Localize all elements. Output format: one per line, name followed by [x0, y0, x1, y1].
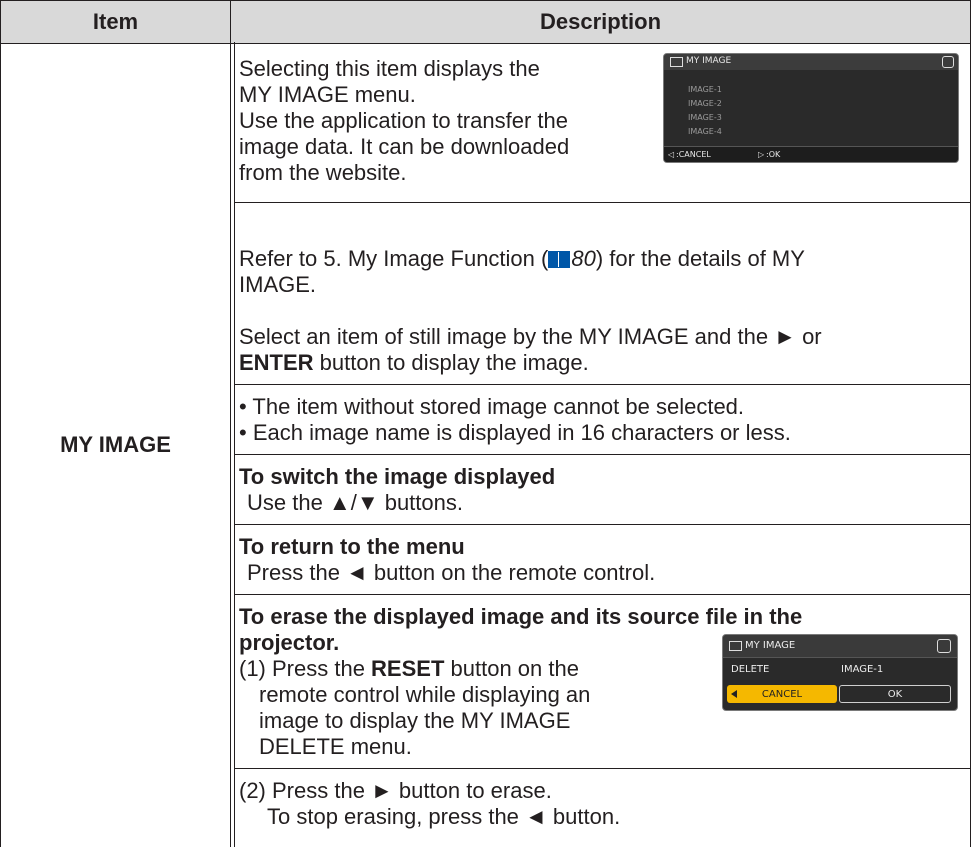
my-image-menu-screenshot: MY IMAGE IMAGE-1 IMAGE-2 IMAGE-3 IMAGE-4… [663, 53, 959, 163]
bullet-1: • The item without stored image cannot b… [239, 394, 745, 419]
book-icon [548, 251, 571, 268]
screen-title: MY IMAGE [686, 56, 732, 66]
ok-button: OK [839, 685, 951, 703]
select-rest: button to display the image. [313, 350, 589, 375]
refer-text: Refer to 5. My Image Function ( [239, 246, 549, 271]
reset-keyword: RESET [371, 656, 445, 681]
left-arrow-icon [731, 690, 737, 698]
spec-table: Item Description MY IMAGE Selecting this… [0, 0, 971, 847]
enter-keyword: ENTER [239, 350, 314, 375]
table-header: Item Description [1, 0, 970, 44]
refer-line-2: IMAGE. [239, 272, 317, 297]
step-1-line-1: (1) Press the RESET button on the [239, 656, 579, 682]
refer-text-2: ) for the details of MY [595, 246, 805, 271]
delete-label: DELETE [731, 664, 770, 675]
step-2-line-1: (2) Press the ► button to erase. [239, 778, 552, 803]
intro-line-3: Use the application to transfer the [239, 108, 568, 133]
switch-heading: To switch the image displayed [239, 464, 556, 489]
menu-item-image-2: IMAGE-2 [688, 99, 722, 108]
select-line-1: Select an item of still image by the MY … [239, 324, 822, 349]
bullet-2: • Each image name is displayed in 16 cha… [239, 420, 791, 445]
section-divider [234, 454, 970, 455]
cancel-hint: :CANCEL [676, 150, 711, 159]
erase-heading-2: projector. [239, 630, 340, 655]
my-image-delete-screenshot: MY IMAGE DELETE IMAGE-1 CANCEL OK [722, 634, 958, 711]
return-heading: To return to the menu [239, 534, 465, 559]
header-item: Item [92, 9, 139, 34]
step-2-line-2: To stop erasing, press the ◄ button. [267, 804, 621, 829]
intro-line-4: image data. It can be downloaded [239, 134, 570, 159]
close-icon [937, 639, 951, 653]
close-icon [942, 56, 954, 68]
menu-item-image-3: IMAGE-3 [688, 113, 722, 122]
step-1-line-2: remote control while displaying an [259, 682, 591, 707]
menu-icon [729, 641, 742, 651]
select-line-2: ENTER button to display the image. [239, 350, 589, 376]
right-arrow-icon: ▷ [758, 150, 765, 159]
menu-icon [670, 57, 683, 67]
section-divider [234, 594, 970, 595]
step-1-line-3: image to display the MY IMAGE [259, 708, 571, 733]
image-label: IMAGE-1 [841, 664, 884, 675]
refer-line-1: Refer to 5. My Image Function ( 80) for t… [239, 246, 805, 272]
step-1-suffix: button on the [444, 656, 579, 681]
column-divider [230, 0, 231, 847]
screen-footer: ◁ :CANCEL ▷ :OK [664, 146, 958, 162]
intro-line-5: from the website. [239, 160, 407, 185]
item-name: MY IMAGE [60, 432, 171, 457]
section-divider [234, 524, 970, 525]
step-1-prefix: (1) Press the [239, 656, 372, 681]
section-divider [234, 768, 970, 769]
switch-body: Use the ▲/▼ buttons. [247, 490, 463, 515]
section-divider [234, 202, 970, 203]
column-divider-inner [234, 42, 235, 847]
step-1-line-4: DELETE menu. [259, 734, 412, 759]
intro-line-1: Selecting this item displays the [239, 56, 540, 81]
section-divider [234, 384, 970, 385]
cancel-button: CANCEL [727, 685, 837, 703]
erase-heading-1: To erase the displayed image and its sou… [239, 604, 803, 629]
header-description: Description [539, 9, 662, 34]
ok-hint: :OK [766, 150, 781, 159]
screen-title: MY IMAGE [745, 640, 796, 651]
menu-item-image-1: IMAGE-1 [688, 85, 722, 94]
menu-item-image-4: IMAGE-4 [688, 127, 722, 136]
return-body: Press the ◄ button on the remote control… [247, 560, 656, 585]
left-arrow-icon: ◁ [668, 150, 675, 159]
intro-line-2: MY IMAGE menu. [239, 82, 416, 107]
refer-page: 80 [571, 246, 596, 271]
